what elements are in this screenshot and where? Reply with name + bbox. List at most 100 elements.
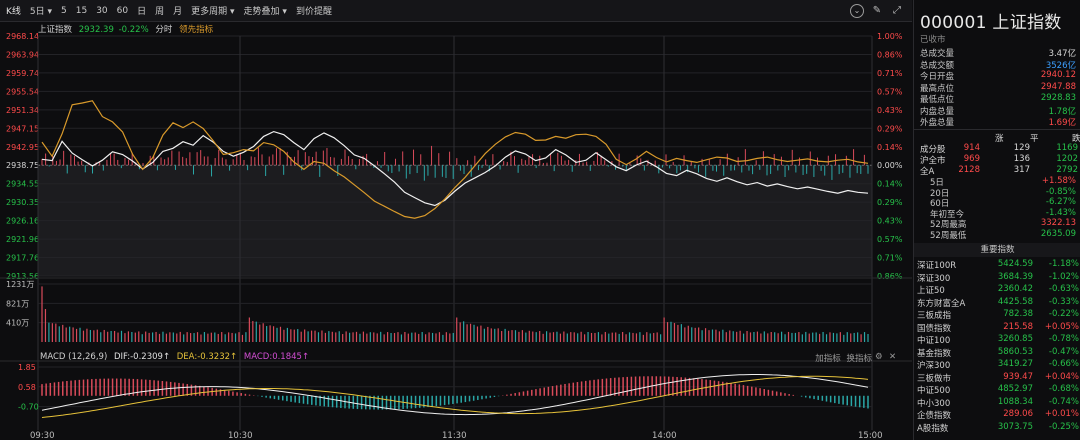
- intraday-chart[interactable]: 2968.14 1.00% 2963.94 0.86% 2959.74 0.71% 2955…: [0, 22, 912, 440]
- index-change: +0.05%: [1044, 321, 1079, 332]
- chevron-down-icon[interactable]: ⌄: [850, 4, 864, 18]
- index-change: -0.22%: [1048, 309, 1079, 319]
- overlay-dropdown[interactable]: 走势叠加 ▾: [244, 4, 287, 17]
- price-tick-label: 2926.16: [6, 217, 39, 226]
- stat-value: 2928.83: [1040, 93, 1076, 103]
- tab-day[interactable]: 日: [137, 4, 146, 17]
- breadth-row: 全A 2128 317 2792: [920, 165, 1078, 177]
- time-tick-label: 15:00: [858, 431, 883, 440]
- index-change: -0.78%: [1048, 334, 1079, 344]
- period-row: 5日 +1.58%: [920, 176, 1076, 188]
- price-tick-label: 2963.94: [6, 50, 39, 59]
- switch-indicator-button[interactable]: 换指标: [846, 354, 872, 364]
- index-price: 3073.75: [997, 421, 1033, 432]
- macd-tick-label: -0.70: [18, 403, 39, 412]
- add-indicator-button[interactable]: 加指标: [815, 354, 841, 364]
- lead-indicator-label: 领先指标: [179, 25, 214, 35]
- important-index-row[interactable]: 中小300 1088.34 -0.74%: [917, 397, 1079, 409]
- pct-tick-label: 0.14%: [877, 143, 903, 152]
- period-value: -1.43%: [1045, 207, 1076, 218]
- tab-5day[interactable]: 5日 ▾: [30, 4, 52, 17]
- close-icon[interactable]: ✕: [889, 352, 896, 362]
- volume-bars: [41, 286, 869, 342]
- pct-tick-label: 0.71%: [877, 69, 903, 78]
- index-price: 215.58: [1003, 321, 1033, 332]
- index-price: 1088.34: [997, 396, 1033, 407]
- tab-5min[interactable]: 5: [61, 6, 67, 16]
- index-change: -1.18%: [1048, 259, 1079, 269]
- tab-15min[interactable]: 15: [76, 6, 87, 16]
- stat-label: 内盘总量: [920, 106, 955, 117]
- pct-tick-label: 0.29%: [877, 198, 903, 207]
- index-change: -0.66%: [1048, 359, 1079, 369]
- tab-week[interactable]: 周: [155, 4, 164, 17]
- more-periods-dropdown[interactable]: 更多周期 ▾: [191, 4, 234, 17]
- index-name-label: 上证指数: [38, 25, 73, 35]
- stat-label: 总成交量: [920, 49, 955, 59]
- gear-icon[interactable]: ⚙: [875, 352, 883, 362]
- period-row: 年初至今 -1.43%: [920, 207, 1076, 220]
- price-tick-label: 2930.35: [6, 198, 39, 207]
- macd-header-line: MACD (12,26,9) DIF:-0.2309↑ DEA:-0.3232↑…: [40, 352, 310, 362]
- index-price: 3419.27: [997, 359, 1033, 369]
- index-change: -0.47%: [1048, 346, 1079, 357]
- period-value: +1.58%: [1041, 176, 1076, 186]
- important-index-row[interactable]: 基金指数 5860.53 -0.47%: [917, 347, 1079, 359]
- period-value: 3322.13: [1040, 218, 1076, 228]
- index-price: 2360.42: [997, 284, 1033, 294]
- important-index-row[interactable]: 三板做市 939.47 +0.04%: [917, 372, 1079, 384]
- pct-tick-label: 0.43%: [877, 217, 903, 226]
- chart-header-line: 上证指数 2932.39 -0.22% 分时 领先指标: [38, 23, 213, 35]
- macd-value-label: MACD:0.1845: [243, 352, 302, 362]
- important-index-row[interactable]: 沪深300 3419.27 -0.66%: [917, 359, 1079, 371]
- index-name: 上证50: [917, 286, 945, 296]
- important-index-row[interactable]: 中证500 4852.97 -0.68%: [917, 384, 1079, 396]
- pen-icon[interactable]: ✎: [870, 4, 884, 18]
- breadth-down: 1169: [1056, 143, 1078, 153]
- tab-month[interactable]: 月: [173, 4, 182, 17]
- price-alert-button[interactable]: 到价提醒: [296, 4, 332, 17]
- important-index-row[interactable]: 东方财富全A 4425.58 -0.33%: [917, 297, 1079, 309]
- intraday-mode-label: 分时: [155, 25, 173, 35]
- period-row: 52周最高 3322.13: [920, 218, 1076, 230]
- tab-kline[interactable]: K线: [6, 4, 21, 17]
- price-tick-label: 2921.96: [6, 235, 39, 244]
- important-index-row[interactable]: 国债指数 215.58 +0.05%: [917, 322, 1079, 334]
- index-name: 中证100: [917, 336, 951, 346]
- stat-label: 外盘总量: [920, 118, 955, 128]
- index-price: 939.47: [1003, 371, 1033, 382]
- index-change-label: -0.22%: [118, 25, 149, 35]
- index-price: 3684.39: [997, 271, 1033, 282]
- important-index-row[interactable]: 深证100R 5424.59 -1.18%: [917, 259, 1079, 271]
- important-index-row[interactable]: 深证300 3684.39 -1.02%: [917, 272, 1079, 284]
- price-tick-label: 2951.34: [6, 106, 39, 115]
- tab-30min[interactable]: 30: [96, 6, 107, 16]
- important-index-row[interactable]: 三板成指 782.38 -0.22%: [917, 309, 1079, 321]
- index-price: 4852.97: [997, 384, 1033, 394]
- important-index-row[interactable]: 中证100 3260.85 -0.78%: [917, 334, 1079, 346]
- index-change: -1.02%: [1048, 271, 1079, 282]
- important-index-row[interactable]: A股指数 3073.75 -0.25%: [917, 422, 1079, 434]
- price-tick-label: 2938.75: [6, 161, 39, 170]
- index-name: 深证300: [917, 273, 951, 284]
- stat-row: 今日开盘 2940.12: [920, 70, 1076, 82]
- important-index-row[interactable]: 企债指数 289.06 +0.01%: [917, 409, 1079, 421]
- important-index-row[interactable]: 上证50 2360.42 -0.63%: [917, 284, 1079, 296]
- expand-icon[interactable]: ⤢: [890, 4, 904, 18]
- index-name: 企债指数: [917, 411, 952, 421]
- stat-row: 最高点位 2947.88: [920, 82, 1076, 94]
- tab-60min[interactable]: 60: [117, 6, 128, 16]
- quote-sidebar: 000001 上证指数 已收市 重要指数 总成交量 3.47亿 总成交额 3526亿今…: [913, 0, 1080, 440]
- dif-label: DIF:-0.2309: [113, 352, 163, 362]
- stat-label: 最低点位: [920, 95, 955, 105]
- stat-row: 总成交额 3526亿: [920, 59, 1076, 71]
- index-name: 深证100R: [917, 261, 957, 271]
- index-name: 三板成指: [917, 311, 952, 321]
- breadth-up: 2128: [958, 165, 980, 175]
- pct-tick-label: 0.00%: [877, 161, 903, 170]
- dea-label: DEA:-0.3232: [176, 352, 231, 362]
- breadth-up: 914: [963, 143, 980, 153]
- pct-tick-label: 0.71%: [877, 254, 903, 263]
- period-value: -0.85%: [1045, 186, 1076, 197]
- period-row: 20日 -0.85%: [920, 186, 1076, 199]
